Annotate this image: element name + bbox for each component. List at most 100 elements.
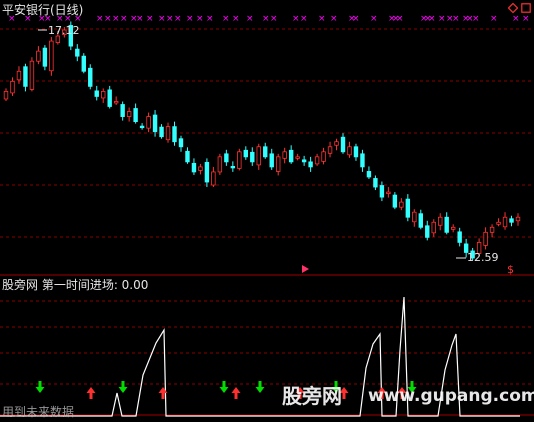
- candle-body: [113, 101, 119, 104]
- candle-body: [353, 146, 359, 158]
- candle-body: [191, 162, 197, 173]
- candle-body: [263, 146, 268, 158]
- candle-body: [308, 161, 313, 168]
- candle-body: [243, 149, 248, 158]
- main-grid: [0, 28, 534, 238]
- signal-marker: ×: [222, 14, 230, 24]
- price-high-label: 17.12: [48, 24, 80, 37]
- candle-body: [165, 126, 171, 141]
- signal-marker: ×: [166, 14, 174, 24]
- candle-body: [23, 66, 28, 87]
- signal-marker: ×: [186, 14, 194, 24]
- footer-note: 用到未来数据: [2, 405, 75, 419]
- sell-signal-icon: $: [507, 263, 514, 276]
- candle-body: [269, 153, 274, 168]
- scroll-marker-icon[interactable]: [302, 265, 309, 273]
- candle-body: [444, 216, 449, 233]
- candle-body: [217, 156, 223, 173]
- candle-body: [334, 141, 339, 146]
- candle-body: [172, 126, 177, 143]
- candlestick-series: [3, 21, 521, 260]
- buy-down-arrow-icon: [118, 381, 128, 393]
- candle-body: [327, 146, 333, 154]
- candle-body: [75, 48, 80, 57]
- candle-body: [250, 151, 255, 163]
- signal-marker: ×: [232, 14, 240, 24]
- sub-grid: [0, 300, 534, 385]
- candle-body: [405, 198, 411, 218]
- signal-marker: ×: [136, 14, 144, 24]
- signal-marker: ×: [438, 14, 446, 24]
- candle-body: [29, 60, 35, 90]
- candle-body: [55, 35, 61, 43]
- signal-marker: ×: [262, 14, 270, 24]
- candle-body: [438, 216, 443, 226]
- diamond-icon[interactable]: [508, 3, 518, 13]
- candle-body: [483, 231, 488, 246]
- candle-body: [198, 166, 203, 171]
- candle-body: [10, 80, 15, 94]
- signal-marker: ×: [428, 14, 436, 24]
- price-low-label: 12.59: [467, 251, 499, 264]
- signal-marker: ×: [318, 14, 326, 24]
- candle-body: [373, 178, 378, 188]
- candle-body: [431, 221, 436, 234]
- candle-body: [126, 111, 132, 117]
- indicator-title: 股旁网 第一时间进场: 0.00: [2, 278, 149, 292]
- candle-body: [314, 156, 320, 165]
- candle-body: [36, 50, 41, 62]
- candle-body: [185, 150, 190, 163]
- top-signal-markers: × × ×× × × × × × × × ×× × × × × × × × × × × × × × × × × ×× × ××× ××× × ×…: [8, 14, 530, 24]
- candle-body: [256, 146, 261, 166]
- candle-body: [450, 226, 456, 230]
- candle-body: [16, 70, 22, 81]
- signal-marker: ×: [300, 14, 308, 24]
- candle-body: [3, 91, 9, 100]
- signal-marker: ×: [512, 14, 520, 24]
- signal-marker: ×: [196, 14, 204, 24]
- candle-body: [295, 156, 300, 159]
- candle-body: [120, 104, 125, 117]
- candle-body: [418, 213, 423, 228]
- signal-marker: ×: [158, 14, 166, 24]
- candle-body: [489, 226, 495, 233]
- candle-body: [379, 185, 385, 198]
- signal-marker: ×: [330, 14, 338, 24]
- candle-body: [49, 40, 54, 72]
- signal-marker: ×: [472, 14, 480, 24]
- candle-body: [425, 225, 430, 238]
- buy-down-arrow-icon: [35, 381, 45, 393]
- candle-body: [88, 67, 93, 87]
- candle-body: [496, 221, 501, 225]
- signal-marker: ×: [396, 14, 404, 24]
- window-square-icon[interactable]: [521, 3, 531, 13]
- candle-body: [392, 194, 398, 208]
- candle-body: [107, 89, 112, 107]
- candle-body: [412, 211, 417, 223]
- candle-body: [94, 90, 99, 97]
- signal-marker: ×: [522, 14, 530, 24]
- watermark-brand: 股旁网: [282, 384, 342, 408]
- candle-body: [211, 171, 216, 186]
- signal-marker: ×: [120, 14, 128, 24]
- candle-body: [301, 159, 307, 163]
- signal-marker: ×: [206, 14, 214, 24]
- signal-marker: ×: [174, 14, 182, 24]
- sell-up-arrow-icon: [231, 387, 241, 399]
- buy-down-arrow-icon: [255, 381, 265, 393]
- candle-body: [340, 136, 346, 153]
- signal-marker: ×: [490, 14, 498, 24]
- candle-body: [515, 216, 521, 222]
- stock-chart-window[interactable]: × × × × × × × × × × × × × × × × × × × × × × × × × × × × × × × × × × × × × × × ×…: [0, 0, 534, 422]
- signal-marker: ×: [452, 14, 460, 24]
- candle-body: [237, 151, 242, 169]
- candle-body: [360, 153, 365, 168]
- candle-body: [159, 126, 164, 138]
- candle-body: [152, 114, 158, 133]
- candle-body: [133, 108, 138, 123]
- chart-title: 平安银行(日线): [2, 3, 84, 17]
- candle-body: [230, 165, 236, 169]
- candle-body: [457, 231, 462, 243]
- candle-body: [366, 171, 372, 178]
- candle-body: [81, 55, 86, 72]
